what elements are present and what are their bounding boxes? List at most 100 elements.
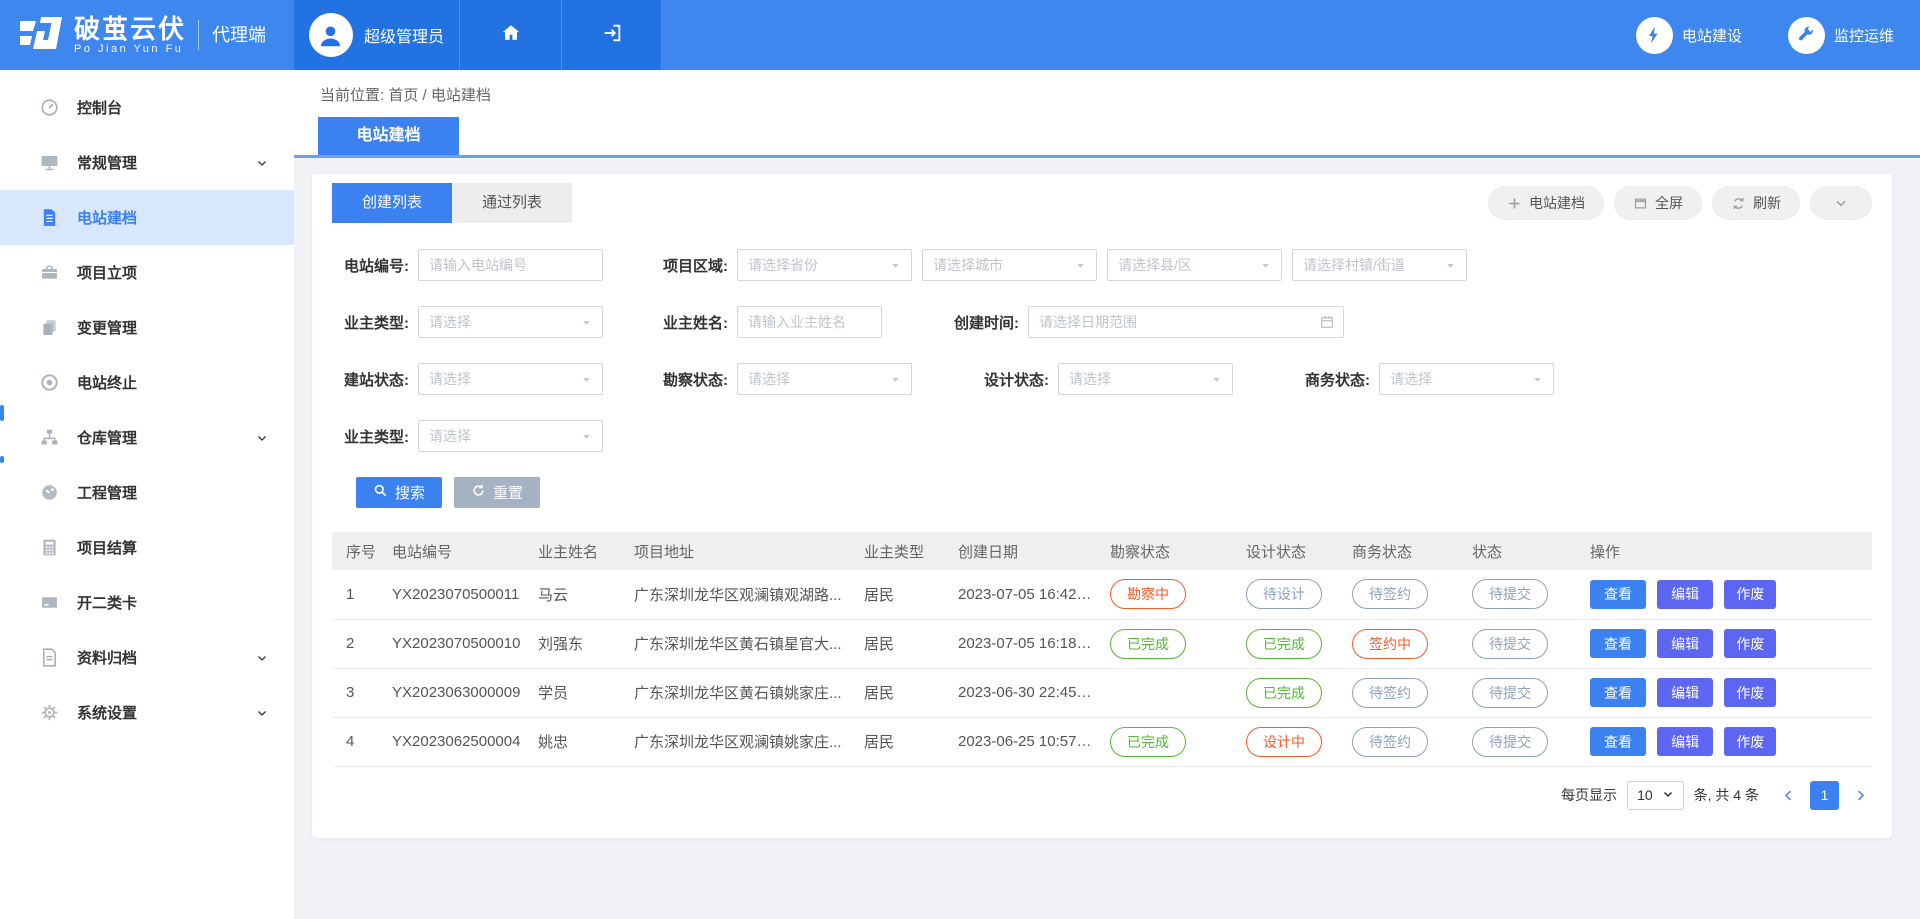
station-code-input[interactable] [418, 249, 603, 281]
table-row: 2 YX2023070500010 刘强东 广东深圳龙华区黄石镇星官大... 居… [332, 619, 1872, 668]
owner-type2-select[interactable]: 请选择 [418, 420, 603, 452]
brand-subtitle: Po Jian Yun Fu [74, 43, 186, 55]
status-badge: 待提交 [1472, 579, 1548, 609]
sidebar-item-change-management[interactable]: 变更管理 [0, 300, 294, 355]
sidebar-item-system-settings[interactable]: 系统设置 [0, 685, 294, 740]
collapse-toolbar-button[interactable] [1810, 186, 1872, 220]
wrench-icon [1788, 17, 1825, 54]
design-status-badge: 已完成 [1246, 678, 1322, 708]
sidebar-item-console[interactable]: 控制台 [0, 80, 294, 135]
sidebar-item-engineering-management[interactable]: 工程管理 [0, 465, 294, 520]
tab-create-list[interactable]: 创建列表 [332, 183, 452, 223]
home-button[interactable] [460, 0, 562, 70]
breadcrumb-home-link[interactable]: 首页 [388, 87, 418, 104]
view-button[interactable]: 查看 [1590, 580, 1646, 609]
brand-logo[interactable]: 破茧云伏 Po Jian Yun Fu 代理端 [0, 0, 294, 70]
app-header: 破茧云伏 Po Jian Yun Fu 代理端 超级管理员 [0, 0, 1920, 70]
province-select[interactable]: 请选择省份 [737, 249, 912, 281]
edit-button[interactable]: 编辑 [1657, 580, 1713, 609]
sidebar-item-project-initiation[interactable]: 项目立项 [0, 245, 294, 300]
view-button[interactable]: 查看 [1590, 727, 1646, 756]
add-station-button[interactable]: 电站建档 [1488, 186, 1604, 220]
sidebar-scrollbar-thumb[interactable] [0, 456, 4, 463]
sidebar-item-open-type2-card[interactable]: 开二类卡 [0, 575, 294, 630]
table-header-row: 序号 电站编号 业主姓名 项目地址 业主类型 创建日期 勘察状态 设计状态 商务… [332, 532, 1872, 570]
portal-label: 代理端 [198, 20, 266, 50]
nav-station-construction[interactable]: 电站建设 [1636, 17, 1742, 54]
business-status-select[interactable]: 请选择 [1379, 363, 1554, 395]
brand-title: 破茧云伏 [74, 15, 186, 43]
business-status-badge: 待签约 [1352, 579, 1428, 609]
city-select[interactable]: 请选择城市 [922, 249, 1097, 281]
next-page-button[interactable] [1849, 788, 1872, 803]
village-select[interactable]: 请选择村镇/街道 [1292, 249, 1467, 281]
sidebar-item-station-archive[interactable]: 电站建档 [0, 190, 294, 245]
current-user[interactable]: 超级管理员 [294, 0, 460, 70]
table-row: 4 YX2023062500004 姚忠 广东深圳龙华区观澜镇姚家庄... 居民… [332, 717, 1872, 766]
stations-table: 序号 电站编号 业主姓名 项目地址 业主类型 创建日期 勘察状态 设计状态 商务… [332, 532, 1872, 767]
chevron-down-icon [256, 707, 268, 719]
design-status-badge: 已完成 [1246, 629, 1322, 659]
document-icon [38, 207, 60, 229]
caret-down-icon [1662, 787, 1674, 803]
view-button[interactable]: 查看 [1590, 629, 1646, 658]
edit-button[interactable]: 编辑 [1657, 678, 1713, 707]
stop-circle-icon [38, 372, 60, 394]
sidebar-item-data-archive[interactable]: 资料归档 [0, 630, 294, 685]
void-button[interactable]: 作废 [1724, 580, 1776, 609]
plus-icon [1507, 196, 1522, 211]
card-icon [38, 592, 60, 614]
edit-button[interactable]: 编辑 [1657, 629, 1713, 658]
caret-down-icon [581, 431, 592, 442]
tab-passed-list[interactable]: 通过列表 [452, 183, 572, 223]
breadcrumb-separator: / [418, 87, 431, 104]
design-status-badge: 待设计 [1246, 579, 1322, 609]
survey-status-badge: 勘察中 [1110, 579, 1186, 609]
prev-page-button[interactable] [1777, 788, 1800, 803]
sidebar-item-general-management[interactable]: 常规管理 [0, 135, 294, 190]
void-button[interactable]: 作废 [1724, 629, 1776, 658]
page-tab-station-archive[interactable]: 电站建档 [318, 117, 459, 155]
owner-type-select[interactable]: 请选择 [418, 306, 603, 338]
content-card: 创建列表 通过列表 电站建档 全屏 [312, 174, 1892, 838]
sidebar: 控制台 常规管理 电站建档 [0, 70, 294, 919]
calculator-icon [38, 537, 60, 559]
fullscreen-button[interactable]: 全屏 [1614, 186, 1702, 220]
business-status-badge: 签约中 [1352, 629, 1428, 659]
per-page-select[interactable]: 10 [1627, 781, 1684, 810]
reset-button[interactable]: 重置 [454, 477, 540, 508]
nav-label: 监控运维 [1834, 25, 1894, 46]
monitor-icon [38, 152, 60, 174]
chevron-down-icon [256, 432, 268, 444]
logout-button[interactable] [562, 0, 662, 70]
logout-icon [601, 22, 623, 49]
view-button[interactable]: 查看 [1590, 678, 1646, 707]
sidebar-scrollbar-thumb[interactable] [0, 405, 4, 421]
owner-name-input[interactable] [737, 306, 882, 338]
sidebar-item-warehouse-management[interactable]: 仓库管理 [0, 410, 294, 465]
user-name: 超级管理员 [364, 23, 444, 47]
survey-status-badge: 已完成 [1110, 727, 1186, 757]
edit-button[interactable]: 编辑 [1657, 727, 1713, 756]
per-page-label: 每页显示 [1561, 785, 1617, 805]
county-select[interactable]: 请选择县/区 [1107, 249, 1282, 281]
refresh-button[interactable]: 刷新 [1712, 186, 1800, 220]
void-button[interactable]: 作废 [1724, 727, 1776, 756]
caret-down-icon [890, 260, 901, 271]
sidebar-item-station-termination[interactable]: 电站终止 [0, 355, 294, 410]
void-button[interactable]: 作废 [1724, 678, 1776, 707]
caret-down-icon [581, 374, 592, 385]
nav-monitoring-ops[interactable]: 监控运维 [1788, 17, 1894, 54]
survey-status-select[interactable]: 请选择 [737, 363, 912, 395]
build-status-select[interactable]: 请选择 [418, 363, 603, 395]
search-button[interactable]: 搜索 [356, 477, 442, 508]
date-range-input[interactable] [1028, 306, 1344, 338]
caret-down-icon [1211, 374, 1222, 385]
status-badge: 待提交 [1472, 727, 1548, 757]
design-status-select[interactable]: 请选择 [1058, 363, 1233, 395]
sitemap-icon [38, 427, 60, 449]
breadcrumb-current: 电站建档 [431, 87, 491, 104]
page-1-button[interactable]: 1 [1810, 781, 1839, 810]
sidebar-item-project-settlement[interactable]: 项目结算 [0, 520, 294, 575]
fullscreen-icon [1633, 196, 1648, 211]
